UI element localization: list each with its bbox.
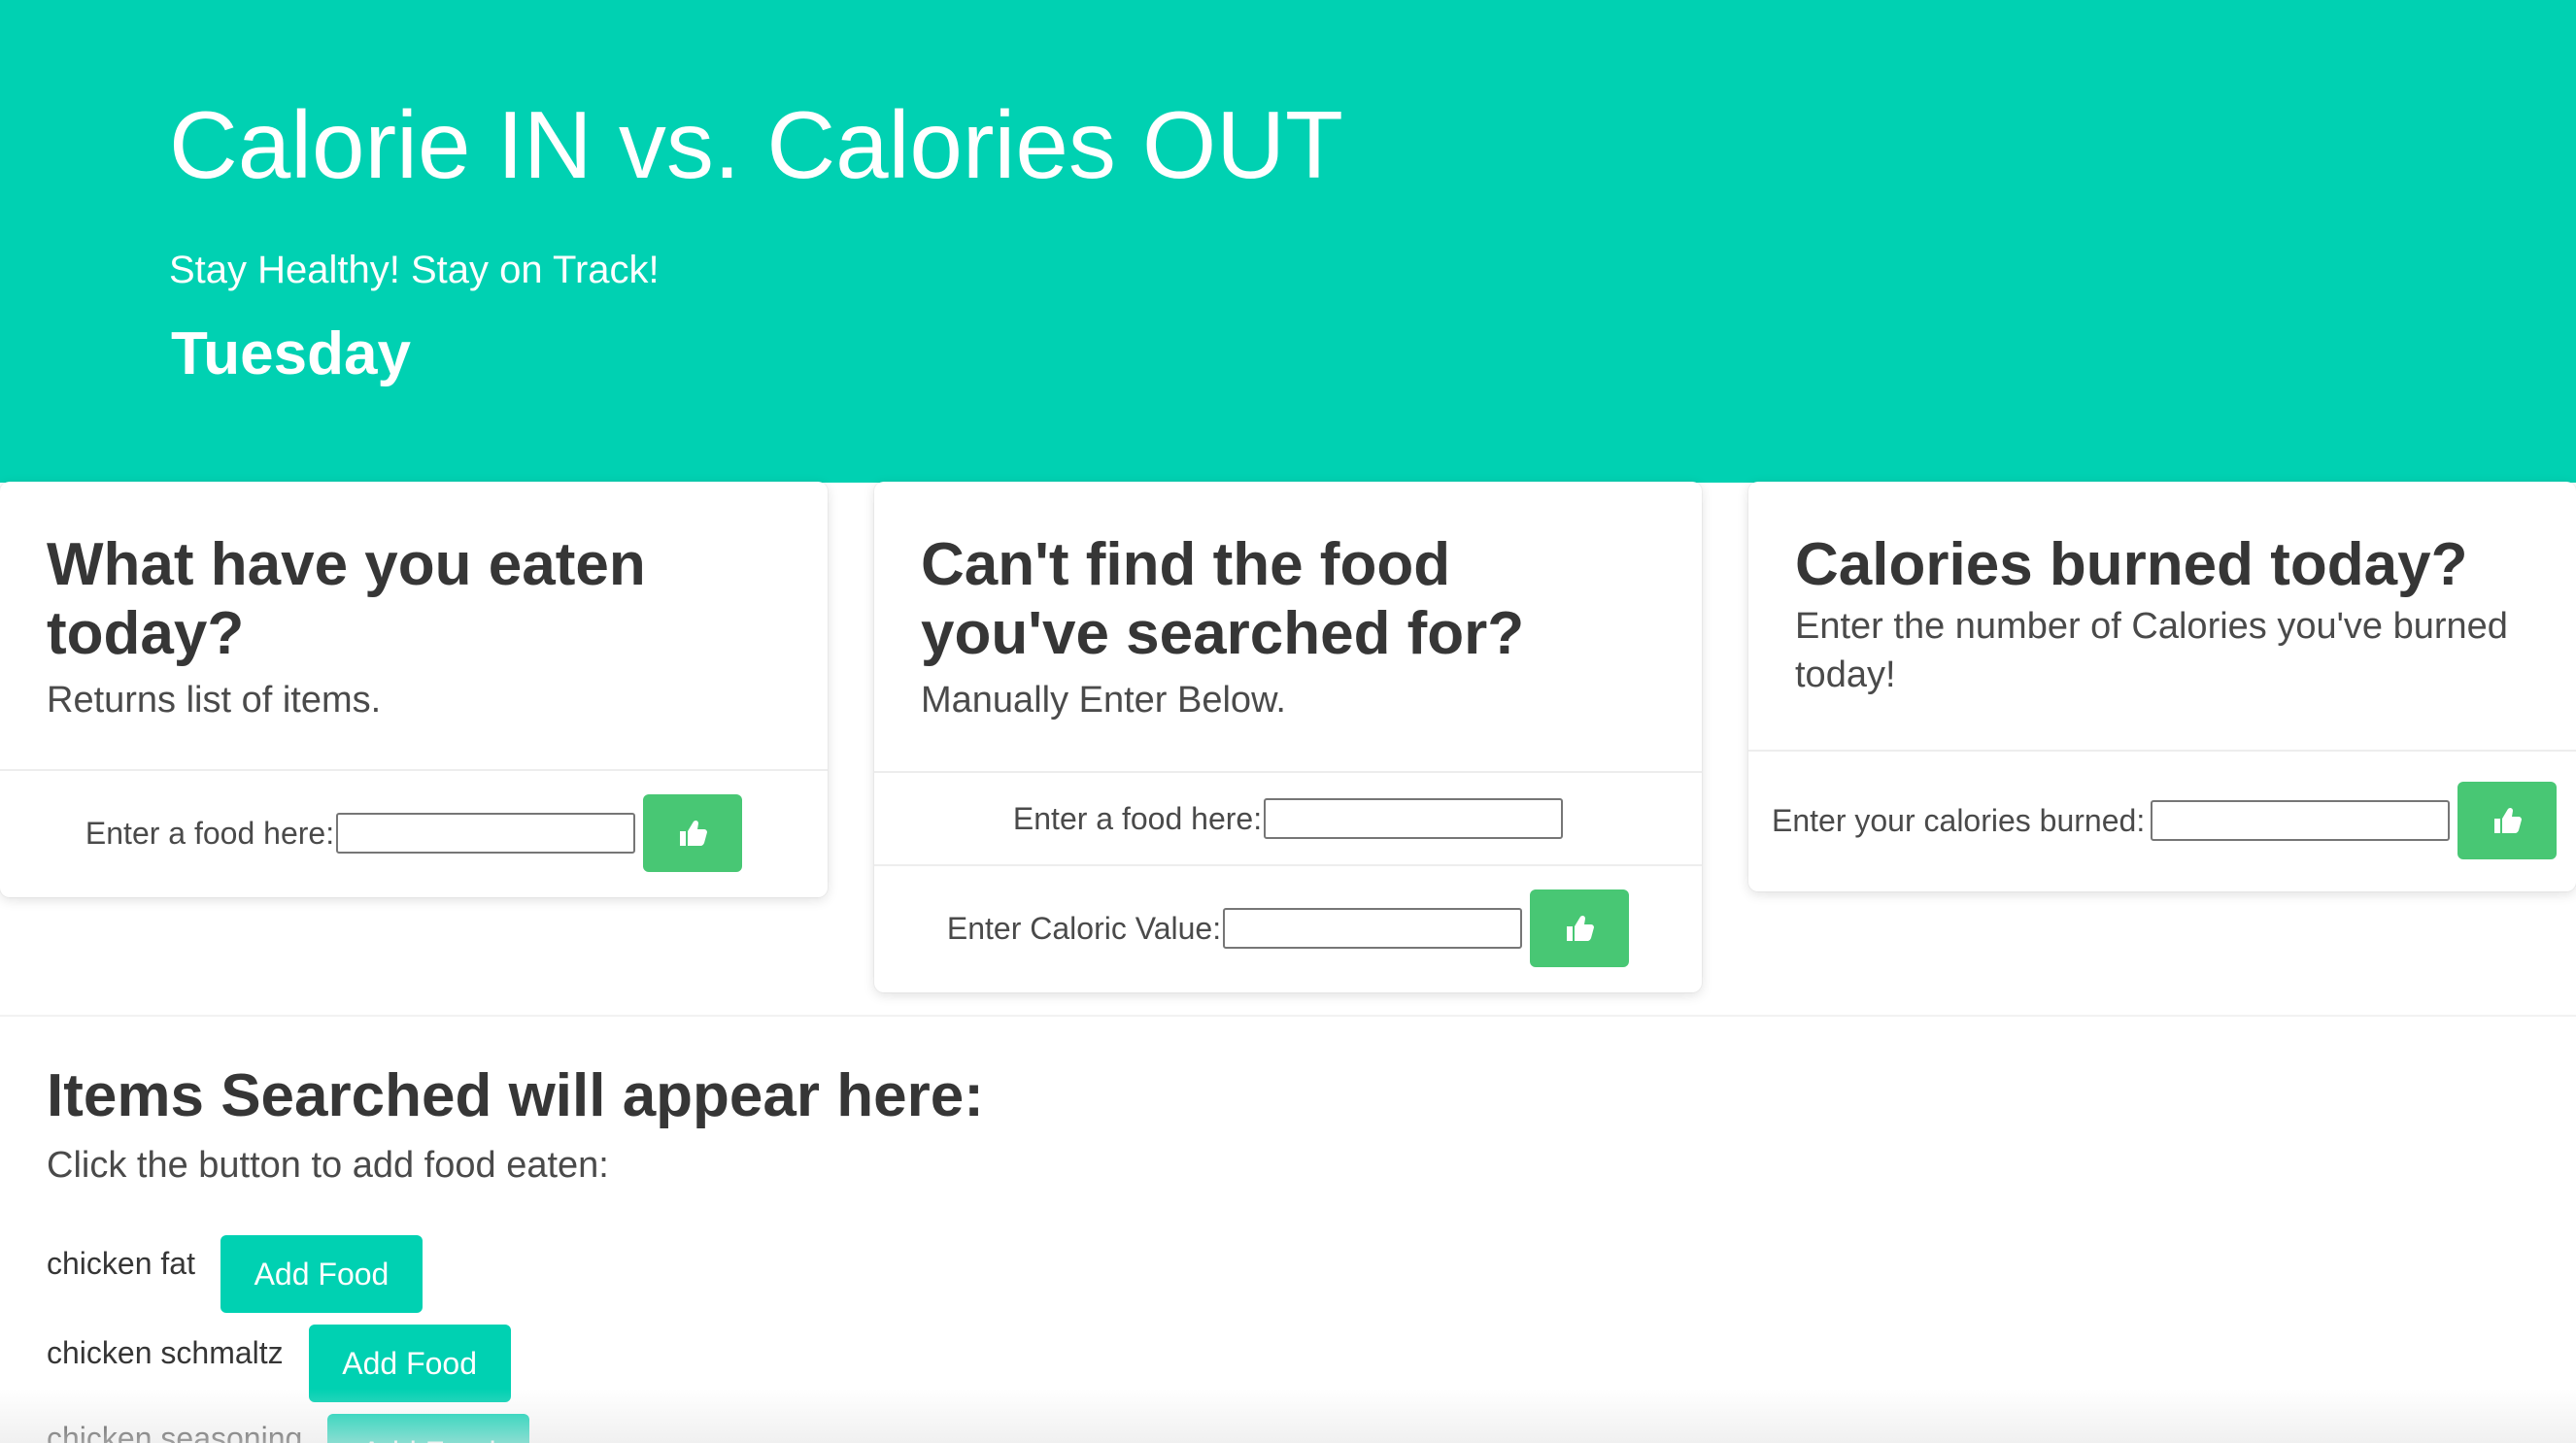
current-day: Tuesday bbox=[171, 320, 411, 387]
results-subtitle: Click the button to add food eaten: bbox=[47, 1145, 609, 1186]
list-item: chicken fat Add Food bbox=[47, 1235, 423, 1313]
list-item: chicken schmaltz Add Food bbox=[47, 1325, 511, 1402]
manual-food-label: Enter a food here: bbox=[1012, 800, 1263, 836]
food-item-name: chicken schmaltz bbox=[47, 1335, 284, 1370]
calories-burned-input[interactable] bbox=[2151, 800, 2450, 841]
calories-burned-card-header: Calories burned today? Enter the number … bbox=[1748, 482, 2576, 742]
food-search-card-subtitle: Returns list of items. bbox=[47, 679, 382, 721]
food-search-label: Enter a food here: bbox=[85, 815, 335, 851]
add-food-button[interactable]: Add Food bbox=[327, 1414, 530, 1443]
section-divider bbox=[0, 1015, 2576, 1017]
add-food-button[interactable]: Add Food bbox=[220, 1235, 423, 1313]
food-item-name: chicken seasoning bbox=[47, 1421, 303, 1443]
manual-entry-card: Can't find the food you've searched for?… bbox=[874, 482, 1702, 992]
manual-calories-form: Enter Caloric Value: bbox=[874, 864, 1702, 990]
manual-calories-input[interactable] bbox=[1223, 908, 1523, 949]
results-title: Items Searched will appear here: bbox=[47, 1062, 984, 1129]
manual-calories-label: Enter Caloric Value: bbox=[946, 910, 1222, 946]
calories-burned-card-subtitle: Enter the number of Calories you've burn… bbox=[1795, 606, 2508, 695]
calories-burned-form: Enter your calories burned: bbox=[1748, 750, 2576, 889]
food-search-card: What have you eaten today? Returns list … bbox=[0, 482, 828, 897]
thumbs-up-icon bbox=[1567, 915, 1595, 941]
food-search-submit-button[interactable] bbox=[643, 794, 743, 872]
calories-burned-card-title: Calories burned today? bbox=[1795, 531, 2468, 598]
page-title: Calorie IN vs. Calories OUT bbox=[169, 91, 1343, 198]
list-item: chicken seasoning Add Food bbox=[47, 1414, 530, 1443]
add-food-button[interactable]: Add Food bbox=[308, 1325, 511, 1402]
calories-burned-card: Calories burned today? Enter the number … bbox=[1748, 482, 2576, 891]
food-search-card-header: What have you eaten today? Returns list … bbox=[0, 482, 828, 767]
thumbs-up-icon bbox=[2494, 807, 2522, 833]
manual-entry-submit-button[interactable] bbox=[1530, 889, 1630, 967]
food-search-form: Enter a food here: bbox=[0, 769, 828, 895]
manual-entry-card-header: Can't find the food you've searched for?… bbox=[874, 482, 1702, 767]
manual-food-input[interactable] bbox=[1264, 798, 1564, 839]
calories-burned-label: Enter your calories burned: bbox=[1772, 803, 2146, 838]
thumbs-up-icon bbox=[680, 820, 708, 846]
food-search-card-title: What have you eaten today? bbox=[47, 531, 646, 668]
manual-entry-card-subtitle: Manually Enter Below. bbox=[921, 679, 1286, 721]
page-subtitle: Stay Healthy! Stay on Track! bbox=[169, 249, 660, 291]
manual-food-form: Enter a food here: bbox=[874, 771, 1702, 864]
food-search-input[interactable] bbox=[336, 813, 636, 854]
hero-banner: Calorie IN vs. Calories OUT Stay Healthy… bbox=[0, 0, 2576, 483]
food-item-name: chicken fat bbox=[47, 1246, 195, 1281]
manual-entry-card-title: Can't find the food you've searched for? bbox=[921, 531, 1525, 668]
calories-burned-submit-button[interactable] bbox=[2457, 782, 2557, 859]
